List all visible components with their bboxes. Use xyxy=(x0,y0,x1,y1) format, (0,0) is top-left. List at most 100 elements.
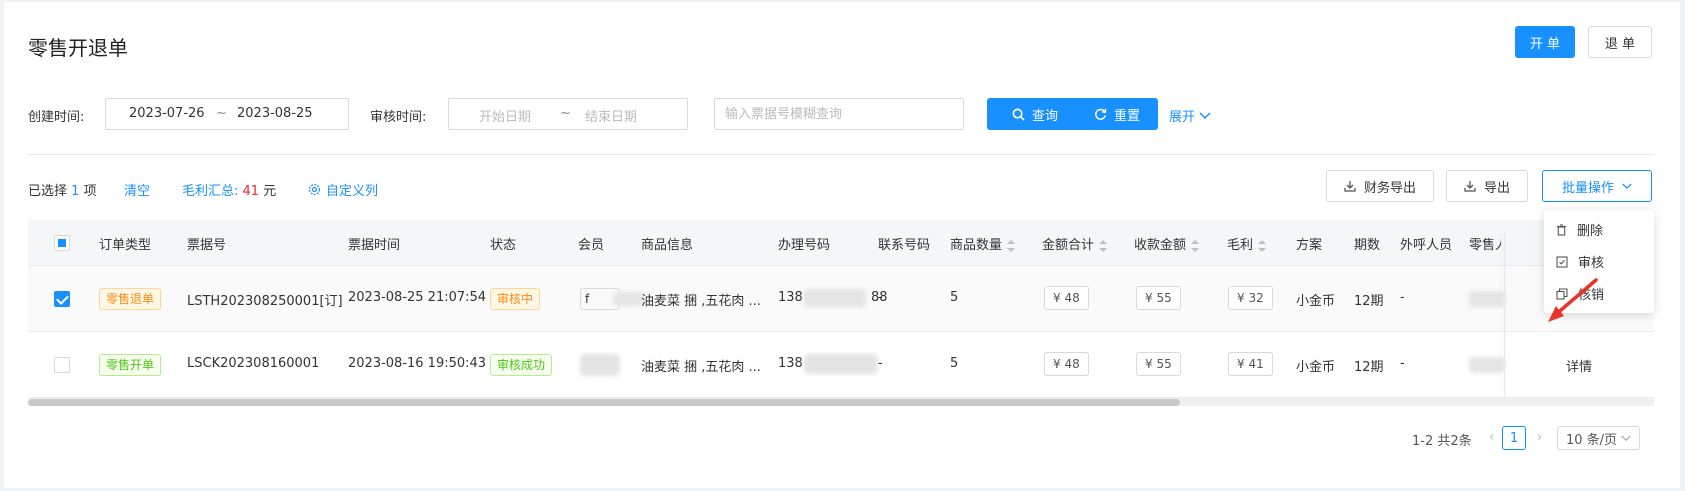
detail-link[interactable]: 详情 xyxy=(1566,356,1592,375)
total-amount: ¥ 48 xyxy=(1044,352,1089,376)
redacted-retailer xyxy=(1469,357,1505,373)
reset-button[interactable]: 重置 xyxy=(1076,98,1158,130)
total-amount: ¥ 48 xyxy=(1044,286,1089,310)
page-size-select[interactable]: 10 条/页 xyxy=(1557,426,1640,450)
col-quantity-label: 商品数量 xyxy=(950,238,1003,253)
redacted-phone xyxy=(804,354,878,374)
export-label: 导出 xyxy=(1483,180,1510,196)
col-total-amount[interactable]: 金额合计 xyxy=(1042,234,1108,253)
profit-amount: ¥ 41 xyxy=(1228,352,1273,376)
select-all-checkbox[interactable] xyxy=(54,235,70,251)
col-status: 状态 xyxy=(490,238,517,253)
fixed-column-shadow xyxy=(1504,232,1505,398)
created-time-range[interactable]: 2023-07-26 ~ 2023-08-25 xyxy=(105,98,349,130)
col-product-info: 商品信息 xyxy=(641,238,694,253)
prev-page-icon[interactable]: ‹ xyxy=(1489,430,1494,445)
divider xyxy=(28,154,1654,155)
created-start-date: 2023-07-26 xyxy=(129,106,205,121)
received-amount: ¥ 55 xyxy=(1136,352,1181,376)
product-info: 油麦菜 捆 ,五花肉 ... xyxy=(641,360,761,375)
check-square-icon xyxy=(1556,255,1568,268)
chevron-down-icon xyxy=(1622,183,1632,189)
clear-selection-link[interactable]: 清空 xyxy=(124,180,150,199)
col-retailer: 零售人 xyxy=(1469,238,1501,253)
created-end-date: 2023-08-25 xyxy=(237,106,313,121)
col-member: 会员 xyxy=(578,238,605,253)
finance-export-button[interactable]: 财务导出 xyxy=(1326,170,1434,202)
sort-icon xyxy=(1007,239,1016,252)
profit-amount: ¥ 32 xyxy=(1228,286,1273,310)
batch-operations-label: 批量操作 xyxy=(1561,180,1614,196)
col-profit-label: 毛利 xyxy=(1227,238,1254,253)
order-type-tag: 零售退单 xyxy=(99,288,162,310)
selected-number: 1 xyxy=(71,184,80,199)
return-order-button[interactable]: 退 单 xyxy=(1588,26,1652,58)
batch-operations-button[interactable]: 批量操作 xyxy=(1542,170,1652,202)
redacted-retailer xyxy=(1469,291,1505,307)
range-separator: ~ xyxy=(216,106,227,121)
trash-icon xyxy=(1557,223,1566,236)
ticket-number: LSTH202308250001[订] xyxy=(187,294,343,309)
page-card: 零售开退单 开 单 退 单 创建时间: 2023-07-26 ~ 2023-08… xyxy=(4,2,1680,488)
custom-columns-link[interactable]: 自定义列 xyxy=(308,180,378,199)
page-size-value: 10 条/页 xyxy=(1566,432,1618,448)
audit-end-placeholder: 结束日期 xyxy=(585,110,638,125)
quantity: 5 xyxy=(950,356,959,371)
menu-item-audit[interactable]: 审核 xyxy=(1556,252,1604,271)
col-caller: 外呼人员 xyxy=(1400,238,1453,253)
ticket-number: LSCK202308160001 xyxy=(187,356,320,371)
expand-label: 展开 xyxy=(1169,110,1196,125)
contact-number: - xyxy=(878,290,883,305)
menu-item-delete[interactable]: 删除 xyxy=(1556,220,1603,239)
profit-summary-label: 毛利汇总: xyxy=(182,184,239,199)
ticket-time: 2023-08-16 19:50:43 xyxy=(348,356,487,371)
caller: - xyxy=(1400,290,1405,305)
order-type-tag: 零售开单 xyxy=(99,354,162,376)
col-profit[interactable]: 毛利 xyxy=(1227,234,1267,253)
audit-time-range[interactable]: 开始日期 ~ 结束日期 xyxy=(448,98,688,130)
menu-item-label: 删除 xyxy=(1577,224,1604,239)
page-1[interactable]: 1 xyxy=(1502,426,1526,450)
col-received-amount[interactable]: 收款金额 xyxy=(1134,234,1200,253)
sort-icon xyxy=(1099,239,1108,252)
col-ticket-no: 票据号 xyxy=(187,238,227,253)
received-amount: ¥ 55 xyxy=(1136,286,1181,310)
custom-columns-label: 自定义列 xyxy=(326,184,379,199)
created-time-label: 创建时间: xyxy=(28,110,85,125)
scrollbar-thumb[interactable] xyxy=(28,399,1180,406)
redacted-member xyxy=(613,292,643,306)
reset-button-label: 重置 xyxy=(1113,108,1140,124)
plan: 小金币 xyxy=(1296,360,1336,375)
sort-icon xyxy=(1258,239,1267,252)
profit-summary-unit: 元 xyxy=(263,184,277,199)
next-page-icon[interactable]: › xyxy=(1537,430,1542,445)
query-button[interactable]: 查询 xyxy=(987,98,1083,130)
expand-toggle[interactable]: 展开 xyxy=(1169,106,1211,125)
periods: 12期 xyxy=(1354,294,1384,309)
audit-start-placeholder: 开始日期 xyxy=(479,110,532,125)
row-checkbox[interactable] xyxy=(54,357,70,373)
table-row[interactable]: 零售退单 LSTH202308250001[订] 2023-08-25 21:0… xyxy=(28,266,1654,332)
col-contact-number: 联系号码 xyxy=(878,238,931,253)
query-button-label: 查询 xyxy=(1031,108,1058,124)
row-checkbox[interactable] xyxy=(54,291,70,307)
selected-prefix: 已选择 xyxy=(28,184,68,199)
page-title: 零售开退单 xyxy=(28,36,128,60)
col-plan: 方案 xyxy=(1296,238,1323,253)
export-button[interactable]: 导出 xyxy=(1446,170,1528,202)
col-handle-number: 办理号码 xyxy=(778,238,831,253)
col-total-amount-label: 金额合计 xyxy=(1042,238,1095,253)
ticket-search-input[interactable] xyxy=(714,98,964,130)
selected-count: 已选择 1 项 xyxy=(28,180,97,199)
redacted-phone xyxy=(804,289,866,307)
download-icon xyxy=(1464,181,1476,192)
quantity: 5 xyxy=(950,290,959,305)
gear-icon xyxy=(308,183,321,196)
col-received-amount-label: 收款金额 xyxy=(1134,238,1187,253)
search-icon xyxy=(1012,108,1025,121)
periods: 12期 xyxy=(1354,360,1384,375)
pagination-summary: 1-2 共2条 xyxy=(1412,434,1472,449)
open-order-button[interactable]: 开 单 xyxy=(1515,26,1575,58)
col-quantity[interactable]: 商品数量 xyxy=(950,234,1016,253)
table-row[interactable]: 零售开单 LSCK202308160001 2023-08-16 19:50:4… xyxy=(28,332,1654,398)
